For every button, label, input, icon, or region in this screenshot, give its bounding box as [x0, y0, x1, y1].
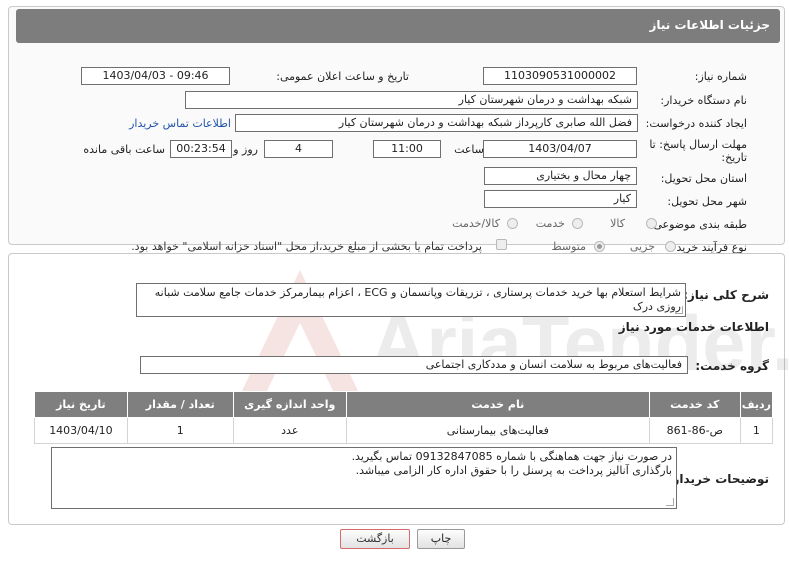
- service-group-field[interactable]: فعالیت‌های مربوط به سلامت انسان و مددکار…: [140, 356, 688, 374]
- resize-handle-icon[interactable]: [675, 306, 683, 314]
- need-date: 1403/04/10: [34, 417, 128, 444]
- requester-label: ایجاد کننده درخواست:: [645, 117, 747, 130]
- service-quantity: 1: [126, 417, 234, 444]
- deadline-label: مهلت ارسال پاسخ: تا: [649, 138, 747, 151]
- category-radio-goods[interactable]: [646, 218, 657, 229]
- city-field[interactable]: کیار: [484, 190, 637, 208]
- resize-handle-icon[interactable]: [666, 498, 674, 506]
- process-option-minor: جزیی: [629, 240, 655, 253]
- buyer-org-field[interactable]: شبکه بهداشت و درمان شهرستان کیار: [185, 91, 638, 109]
- buyer-notes-line-1: در صورت نیاز جهت هماهنگی با شماره 091328…: [351, 450, 672, 463]
- buyer-notes-textarea[interactable]: در صورت نیاز جهت هماهنگی با شماره 091328…: [51, 447, 677, 509]
- treasury-payment-checkbox[interactable]: [496, 239, 507, 250]
- announce-date-label: تاریخ و ساعت اعلان عمومی:: [276, 70, 409, 83]
- remaining-time-field[interactable]: 00:23:54: [170, 140, 232, 158]
- col-code-header: کد خدمت: [648, 391, 741, 418]
- deadline-time-field[interactable]: 11:00: [373, 140, 441, 158]
- category-option-service: خدمت: [535, 217, 565, 230]
- col-unit-header: واحد اندازه گیری: [232, 391, 347, 418]
- deadline-time-label: ساعت: [454, 143, 484, 156]
- category-label: طبقه بندی موضوعی:: [649, 218, 747, 231]
- description-text: شرایط استعلام بها خرید خدمات پرستاری ، ت…: [154, 286, 681, 313]
- province-label: استان محل تحویل:: [660, 172, 747, 185]
- province-field[interactable]: چهار محال و بختیاری: [484, 167, 637, 185]
- row-index: 1: [739, 417, 774, 444]
- announce-date-field[interactable]: 1403/04/03 - 09:46: [81, 67, 230, 85]
- buyer-org-label: نام دستگاه خریدار:: [660, 94, 747, 107]
- need-number-label: شماره نیاز:: [694, 70, 747, 83]
- description-textarea[interactable]: شرایط استعلام بها خرید خدمات پرستاری ، ت…: [136, 283, 686, 317]
- category-option-goods: کالا: [610, 217, 625, 230]
- description-label: شرح کلی نیاز:: [683, 288, 769, 302]
- service-group-label: گروه خدمت:: [695, 359, 769, 373]
- deadline-date-field[interactable]: 1403/04/07: [483, 140, 637, 158]
- services-section-title: اطلاعات خدمات مورد نیاز: [618, 320, 769, 334]
- category-radio-goods-service[interactable]: [507, 218, 518, 229]
- treasury-payment-note: پرداخت تمام یا بخشی از مبلغ خرید،از محل …: [131, 240, 482, 253]
- buyer-notes-line-2: بارگذاری آنالیز پرداخت به پرسنل را با حق…: [355, 464, 672, 477]
- print-button[interactable]: چاپ: [417, 529, 465, 549]
- buyer-notes-label: توضیحات خریدار:: [667, 472, 769, 486]
- days-label: روز و: [233, 143, 258, 156]
- category-radio-service[interactable]: [572, 218, 583, 229]
- process-option-medium: متوسط: [551, 240, 586, 253]
- city-label: شهر محل تحویل:: [667, 195, 747, 208]
- service-code: ص-86-861: [648, 417, 741, 444]
- process-radio-medium[interactable]: [594, 241, 605, 252]
- services-table: ردیف کد خدمت نام خدمت واحد اندازه گیری ت…: [34, 391, 774, 444]
- col-qty-header: تعداد / مقدار: [126, 391, 234, 418]
- table-row[interactable]: 1 ص-86-861 فعالیت‌های بیمارستانی عدد 1 1…: [34, 417, 774, 444]
- requester-field[interactable]: فضل الله صابری کارپرداز شبکه بهداشت و در…: [235, 114, 638, 132]
- deadline-date-label: تاریخ:: [721, 151, 747, 164]
- days-remaining-field[interactable]: 4: [264, 140, 333, 158]
- page-title: جزئیات اطلاعات نیاز: [649, 18, 770, 32]
- table-header-row: ردیف کد خدمت نام خدمت واحد اندازه گیری ت…: [34, 391, 774, 418]
- need-number-field[interactable]: 1103090531000002: [483, 67, 637, 85]
- back-button[interactable]: بازگشت: [340, 529, 410, 549]
- col-date-header: تاریخ نیاز: [34, 391, 128, 418]
- service-unit: عدد: [232, 417, 347, 444]
- category-option-goods-service: کالا/خدمت: [452, 217, 500, 230]
- buyer-contact-link[interactable]: اطلاعات تماس خریدار: [129, 117, 231, 130]
- panel-header: جزئیات اطلاعات نیاز: [16, 9, 780, 43]
- process-radio-minor[interactable]: [665, 241, 676, 252]
- service-name: فعالیت‌های بیمارستانی: [345, 417, 650, 444]
- remaining-time-label: ساعت باقی مانده: [83, 143, 165, 156]
- col-row-header: ردیف: [739, 391, 774, 418]
- col-name-header: نام خدمت: [345, 391, 650, 418]
